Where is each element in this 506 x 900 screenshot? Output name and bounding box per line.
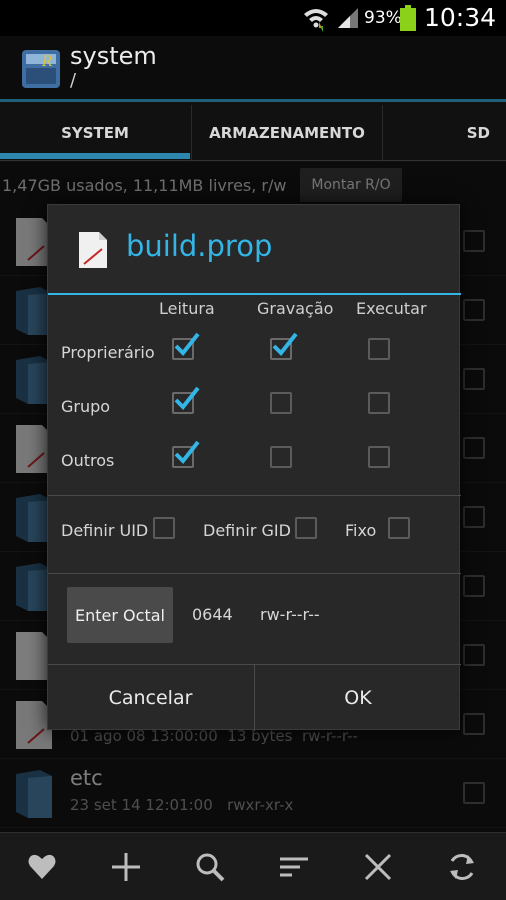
- row-label-group: Grupo: [61, 397, 111, 416]
- set-uid-label: Definir UID: [61, 521, 149, 540]
- close-icon[interactable]: [362, 851, 394, 883]
- tab-sd[interactable]: SD: [384, 105, 506, 161]
- svg-text:R: R: [41, 54, 53, 70]
- sort-icon[interactable]: [278, 851, 310, 883]
- clock: 10:34: [424, 3, 497, 32]
- checkmark-icon: [174, 332, 200, 357]
- checkmark-icon: [174, 386, 200, 411]
- search-icon[interactable]: [194, 851, 226, 883]
- set-uid-checkbox[interactable]: [153, 517, 175, 539]
- sticky-checkbox[interactable]: [388, 517, 410, 539]
- header-path: /: [70, 70, 77, 91]
- owner-execute-checkbox[interactable]: [368, 338, 390, 360]
- sticky-label: Fixo: [345, 521, 377, 540]
- dialog-title: build.prop: [126, 229, 273, 263]
- checkmark-icon: [174, 440, 200, 465]
- divider: [48, 495, 461, 496]
- enter-octal-button[interactable]: Enter Octal: [67, 587, 173, 643]
- ok-button[interactable]: OK: [254, 665, 461, 731]
- cancel-button[interactable]: Cancelar: [48, 665, 253, 731]
- group-execute-checkbox[interactable]: [368, 392, 390, 414]
- plus-icon[interactable]: [110, 851, 142, 883]
- group-read-checkbox[interactable]: [172, 386, 200, 414]
- set-gid-label: Definir GID: [203, 521, 291, 540]
- owner-write-checkbox[interactable]: [270, 332, 298, 360]
- group-write-checkbox[interactable]: [270, 392, 292, 414]
- column-header-write: Gravação: [257, 299, 334, 318]
- bottom-toolbar: [0, 832, 506, 900]
- column-header-read: Leitura: [159, 299, 215, 318]
- root-explorer-app-icon[interactable]: R: [20, 46, 62, 92]
- others-read-checkbox[interactable]: [172, 440, 200, 468]
- others-execute-checkbox[interactable]: [368, 446, 390, 468]
- owner-read-checkbox[interactable]: [172, 332, 200, 360]
- divider: [48, 573, 461, 574]
- title-divider: [48, 293, 461, 295]
- permission-string: rw-r--r--: [260, 605, 320, 624]
- battery-percent: 93%: [364, 8, 402, 28]
- permissions-dialog: build.prop Leitura Gravação Executar Pro…: [47, 204, 461, 731]
- octal-value: 0644: [192, 605, 233, 624]
- refresh-icon[interactable]: [446, 851, 478, 883]
- heart-icon[interactable]: [26, 851, 58, 883]
- row-label-owner: Proprierário: [61, 343, 155, 362]
- tab-selected-indicator: [0, 153, 190, 159]
- signal-icon: [338, 8, 358, 28]
- wifi-icon: [304, 9, 328, 32]
- row-label-others: Outros: [61, 451, 115, 470]
- file-icon: [79, 232, 107, 268]
- set-gid-checkbox[interactable]: [295, 517, 317, 539]
- status-bar: 93% 10:34: [0, 0, 506, 36]
- header-title: system: [70, 42, 157, 70]
- tab-armazenamento[interactable]: ARMAZENAMENTO: [191, 105, 383, 161]
- checkmark-icon: [272, 332, 298, 357]
- action-bar: R system /: [0, 36, 506, 102]
- column-header-execute: Executar: [356, 299, 427, 318]
- others-write-checkbox[interactable]: [270, 446, 292, 468]
- battery-icon: [400, 5, 416, 31]
